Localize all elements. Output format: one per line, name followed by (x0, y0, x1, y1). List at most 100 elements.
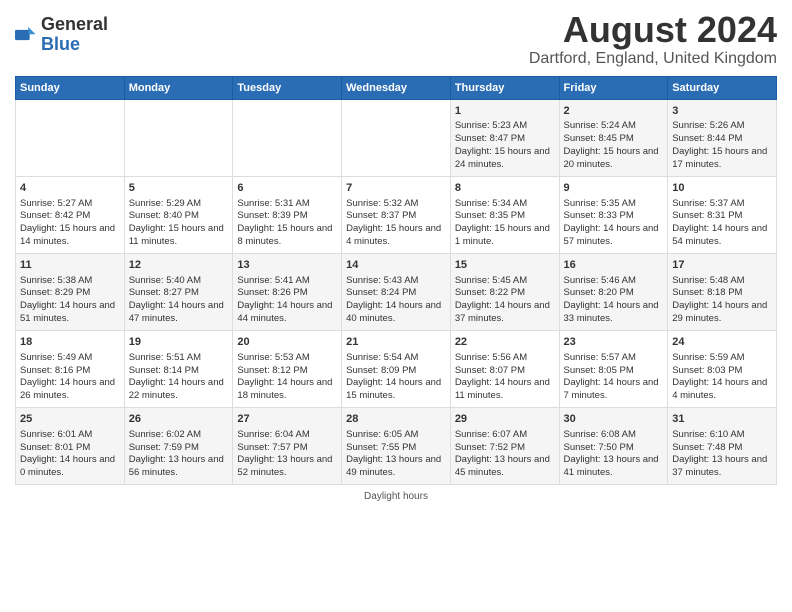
day-info: Daylight: 15 hours and 17 minutes. (672, 146, 772, 172)
day-cell: 5Sunrise: 5:29 AMSunset: 8:40 PMDaylight… (124, 176, 233, 253)
day-number: 11 (20, 258, 120, 273)
day-number: 7 (346, 181, 446, 196)
day-info: Sunset: 8:16 PM (20, 365, 120, 378)
day-info: Daylight: 14 hours and 44 minutes. (237, 300, 337, 326)
day-cell: 22Sunrise: 5:56 AMSunset: 8:07 PMDayligh… (450, 330, 559, 407)
day-header-wednesday: Wednesday (342, 76, 451, 99)
day-number: 31 (672, 412, 772, 427)
footer-text: Daylight hours (364, 491, 428, 502)
day-info: Sunrise: 5:43 AM (346, 275, 446, 288)
day-info: Daylight: 14 hours and 47 minutes. (129, 300, 229, 326)
day-info: Daylight: 14 hours and 0 minutes. (20, 454, 120, 480)
day-info: Sunrise: 6:07 AM (455, 429, 555, 442)
day-cell: 15Sunrise: 5:45 AMSunset: 8:22 PMDayligh… (450, 253, 559, 330)
day-cell: 8Sunrise: 5:34 AMSunset: 8:35 PMDaylight… (450, 176, 559, 253)
day-info: Sunrise: 5:59 AM (672, 352, 772, 365)
day-info: Sunset: 8:03 PM (672, 365, 772, 378)
day-number: 4 (20, 181, 120, 196)
day-cell: 3Sunrise: 5:26 AMSunset: 8:44 PMDaylight… (668, 99, 777, 176)
day-info: Sunrise: 5:27 AM (20, 198, 120, 211)
week-row-1: 1Sunrise: 5:23 AMSunset: 8:47 PMDaylight… (16, 99, 777, 176)
day-info: Sunrise: 5:46 AM (564, 275, 664, 288)
day-cell (233, 99, 342, 176)
day-cell: 4 Sunrise: 5:27 AMSunset: 8:42 PMDaylight… (16, 176, 125, 253)
day-info: Daylight: 13 hours and 56 minutes. (129, 454, 229, 480)
day-info: Sunrise: 6:04 AM (237, 429, 337, 442)
day-number: 15 (455, 258, 555, 273)
day-info: Sunset: 7:48 PM (672, 442, 772, 455)
day-number: 5 (129, 181, 229, 196)
day-info: Sunrise: 5:40 AM (129, 275, 229, 288)
day-info: Sunset: 8:35 PM (455, 210, 555, 223)
day-number: 28 (346, 412, 446, 427)
day-info: Sunset: 8:31 PM (672, 210, 772, 223)
week-row-4: 18Sunrise: 5:49 AMSunset: 8:16 PMDayligh… (16, 330, 777, 407)
day-info: Sunset: 8:12 PM (237, 365, 337, 378)
day-number: 21 (346, 335, 446, 350)
day-info: Daylight: 13 hours and 37 minutes. (672, 454, 772, 480)
day-info: Sunset: 8:37 PM (346, 210, 446, 223)
day-info: Sunrise: 5:41 AM (237, 275, 337, 288)
day-number: 8 (455, 181, 555, 196)
header: General Blue August 2024 Dartford, Engla… (15, 10, 777, 68)
day-info: Sunset: 7:50 PM (564, 442, 664, 455)
day-header-sunday: Sunday (16, 76, 125, 99)
day-cell: 13 Sunrise: 5:41 AMSunset: 8:26 PMDayligh… (233, 253, 342, 330)
day-cell: 14Sunrise: 5:43 AMSunset: 8:24 PMDayligh… (342, 253, 451, 330)
logo-blue: Blue (41, 35, 108, 55)
day-cell: 1Sunrise: 5:23 AMSunset: 8:47 PMDaylight… (450, 99, 559, 176)
day-info: Daylight: 14 hours and 11 minutes. (455, 377, 555, 403)
day-info: Sunset: 8:29 PM (20, 287, 120, 300)
day-number: 1 (455, 104, 555, 119)
day-info: Sunset: 8:42 PM (20, 210, 120, 223)
day-info: Sunrise: 5:48 AM (672, 275, 772, 288)
day-info: Sunset: 8:39 PM (237, 210, 337, 223)
day-header-thursday: Thursday (450, 76, 559, 99)
day-number: 13 (237, 258, 337, 273)
day-info: Sunrise: 5:23 AM (455, 120, 555, 133)
location: Dartford, England, United Kingdom (529, 50, 777, 68)
day-cell: 19Sunrise: 5:51 AMSunset: 8:14 PMDayligh… (124, 330, 233, 407)
day-cell: 2Sunrise: 5:24 AMSunset: 8:45 PMDaylight… (559, 99, 668, 176)
day-info: Sunrise: 5:51 AM (129, 352, 229, 365)
week-row-2: 4Sunrise: 5:27 AMSunset: 8:42 PMDaylight… (16, 176, 777, 253)
day-info: Daylight: 15 hours and 1 minute. (455, 223, 555, 249)
day-info: Daylight: 14 hours and 15 minutes. (346, 377, 446, 403)
logo-general: General (41, 15, 108, 35)
day-cell: 28Sunrise: 6:05 AMSunset: 7:55 PMDayligh… (342, 407, 451, 484)
day-number: 14 (346, 258, 446, 273)
day-info: Sunset: 7:55 PM (346, 442, 446, 455)
day-info: Daylight: 15 hours and 11 minutes. (129, 223, 229, 249)
week-row-5: 25Sunrise: 6:01 AMSunset: 8:01 PMDayligh… (16, 407, 777, 484)
day-info: Daylight: 15 hours and 4 minutes. (346, 223, 446, 249)
logo-icon (15, 24, 37, 46)
day-info: Sunrise: 5:26 AM (672, 120, 772, 133)
week-row-3: 11Sunrise: 5:38 AMSunset: 8:29 PMDayligh… (16, 253, 777, 330)
day-info: Daylight: 14 hours and 51 minutes. (20, 300, 120, 326)
day-cell (16, 99, 125, 176)
day-cell: 24Sunrise: 5:59 AMSunset: 8:03 PMDayligh… (668, 330, 777, 407)
day-info: Daylight: 14 hours and 29 minutes. (672, 300, 772, 326)
day-info: Sunrise: 5:53 AM (237, 352, 337, 365)
day-info: Sunrise: 6:10 AM (672, 429, 772, 442)
day-number: 29 (455, 412, 555, 427)
day-number: 22 (455, 335, 555, 350)
day-info: Sunrise: 5:45 AM (455, 275, 555, 288)
day-info: Sunrise: 5:56 AM (455, 352, 555, 365)
day-info: Daylight: 14 hours and 54 minutes. (672, 223, 772, 249)
day-info: Sunset: 8:14 PM (129, 365, 229, 378)
day-info: Sunset: 8:26 PM (237, 287, 337, 300)
day-info: Sunrise: 5:38 AM (20, 275, 120, 288)
day-info: Sunset: 7:52 PM (455, 442, 555, 455)
day-number: 19 (129, 335, 229, 350)
title-section: August 2024 Dartford, England, United Ki… (529, 10, 777, 68)
day-info: Sunset: 8:05 PM (564, 365, 664, 378)
day-number: 25 (20, 412, 120, 427)
day-info: Daylight: 15 hours and 14 minutes. (20, 223, 120, 249)
day-info: Sunset: 8:27 PM (129, 287, 229, 300)
day-cell: 29Sunrise: 6:07 AMSunset: 7:52 PMDayligh… (450, 407, 559, 484)
day-info: Sunset: 8:45 PM (564, 133, 664, 146)
day-cell: 27Sunrise: 6:04 AMSunset: 7:57 PMDayligh… (233, 407, 342, 484)
day-info: Daylight: 14 hours and 57 minutes. (564, 223, 664, 249)
day-info: Sunset: 8:24 PM (346, 287, 446, 300)
